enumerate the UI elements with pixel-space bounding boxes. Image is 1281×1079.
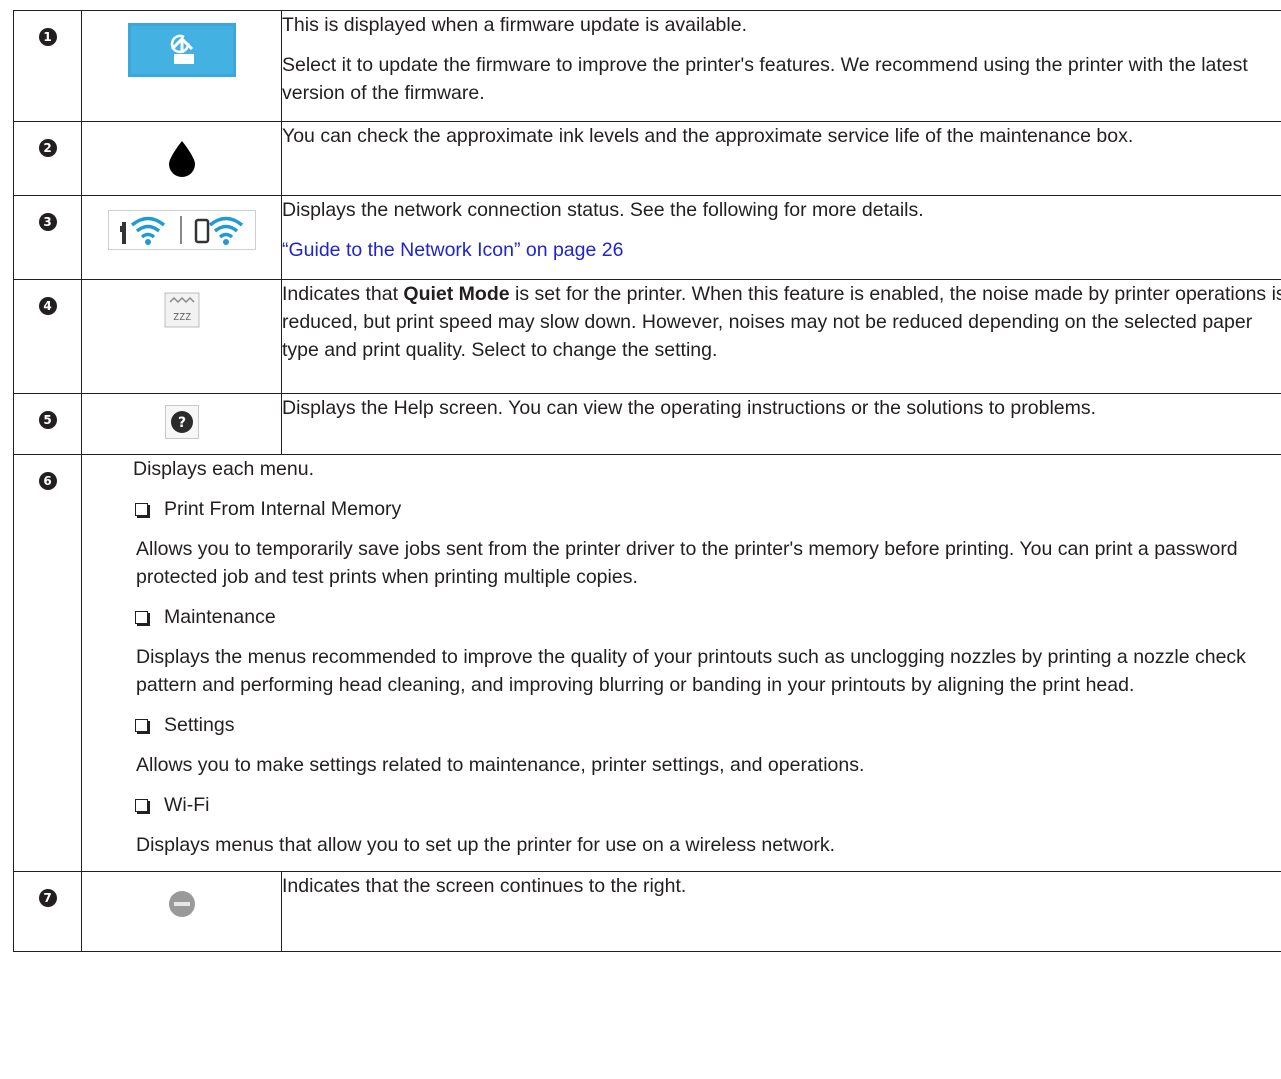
checkbox-bullet-icon — [135, 502, 148, 516]
row-description: This is displayed when a firmware update… — [282, 14, 747, 36]
row-number-badge: 7 — [38, 889, 57, 907]
svg-text:?: ? — [177, 415, 185, 431]
table-row: 1 This is displayed when a firmware upda… — [13, 10, 1281, 122]
table-row: 3 Displays the network connection status… — [13, 195, 1281, 280]
firmware-update-icon[interactable] — [127, 23, 236, 77]
scroll-right-icon[interactable] — [167, 889, 197, 919]
row-description: Displays the network connection status. … — [282, 199, 924, 221]
menu-description: Allows you to make settings related to m… — [136, 754, 865, 776]
list-item: Settings — [133, 711, 1281, 739]
ink-drop-icon[interactable] — [168, 141, 195, 177]
menu-description: Displays the menus recommended to improv… — [136, 646, 1246, 696]
list-item: Wi-Fi — [133, 791, 1281, 819]
quiet-mode-label: Quiet Mode — [403, 283, 510, 305]
row-description: Select it to update the firmware to impr… — [282, 54, 1248, 104]
list-item: Maintenance — [133, 603, 1281, 631]
row-number-badge: 6 — [38, 472, 57, 490]
svg-text:ZZZ: ZZZ — [172, 312, 190, 323]
help-icon[interactable]: ? — [164, 405, 199, 439]
network-status-icon[interactable] — [107, 210, 256, 250]
menu-description: Allows you to temporarily save jobs sent… — [136, 538, 1238, 588]
checkbox-bullet-icon — [135, 718, 148, 732]
menu-description: Displays menus that allow you to set up … — [136, 834, 836, 856]
checkbox-bullet-icon — [135, 798, 148, 812]
row-number-badge: 3 — [38, 213, 57, 231]
quiet-mode-icon[interactable]: ZZZ — [164, 292, 200, 328]
table-row: 5 ? Displays the Help screen. You can vi… — [13, 393, 1281, 455]
table-row: 7 Indicates that the screen continues to… — [13, 871, 1281, 952]
icon-reference-table: 1 This is displayed when a firmware upda… — [13, 10, 1281, 952]
table-row: 4 ZZZ Indicates that Quiet Mode is set f… — [13, 279, 1281, 394]
menu-intro: Displays each menu. — [133, 458, 315, 480]
page-reference-link[interactable]: “Guide to the Network Icon” on page 26 — [282, 239, 623, 261]
row-number-badge: 2 — [38, 139, 57, 157]
list-item: Print From Internal Memory — [133, 495, 1281, 523]
table-row: 6 Displays each menu. Print From Interna… — [13, 454, 1281, 872]
checkbox-bullet-icon — [135, 610, 148, 624]
row-description: Indicates that Quiet Mode is set for the… — [282, 283, 1281, 361]
row-description: You can check the approximate ink levels… — [282, 125, 1134, 147]
row-description: Displays the Help screen. You can view t… — [282, 397, 1097, 419]
table-row: 2 You can check the approximate ink leve… — [13, 121, 1281, 196]
row-number-badge: 1 — [38, 28, 57, 46]
row-number-badge: 4 — [38, 297, 57, 315]
row-description: Indicates that the screen continues to t… — [282, 875, 687, 897]
row-number-badge: 5 — [38, 411, 57, 429]
